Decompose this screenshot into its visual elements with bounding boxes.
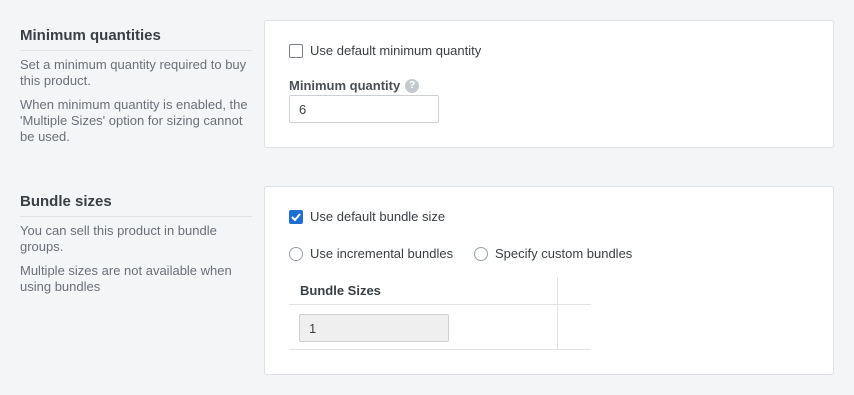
bundle-sizes-desc-1: You can sell this product in bundle grou… bbox=[20, 223, 217, 254]
min-quantity-value: 6 bbox=[299, 101, 307, 117]
min-quantity-label-text: Minimum quantity bbox=[289, 78, 401, 93]
custom-bundles-radio[interactable] bbox=[474, 246, 488, 261]
bundle-sizes-table-header: Bundle Sizes bbox=[289, 277, 591, 305]
incremental-bundles-radio[interactable] bbox=[289, 246, 303, 261]
incremental-bundles-label[interactable]: Use incremental bundles bbox=[310, 246, 453, 261]
min-quantities-desc-1: Set a minimum quantity required to buy t… bbox=[20, 57, 247, 88]
use-default-min-quantity-checkbox[interactable] bbox=[289, 43, 303, 58]
checkmark-icon bbox=[291, 212, 301, 221]
use-default-bundle-size-checkbox[interactable] bbox=[289, 209, 303, 224]
table-column-divider bbox=[557, 277, 558, 304]
min-quantities-title: Minimum quantities bbox=[20, 26, 252, 51]
bundle-sizes-desc-2: Multiple sizes are not available when us… bbox=[20, 263, 232, 294]
bundle-size-value: 1 bbox=[309, 320, 317, 336]
use-default-min-quantity-option[interactable]: Use default minimum quantity bbox=[289, 43, 481, 58]
table-row: 1 bbox=[289, 305, 591, 350]
use-default-min-quantity-label[interactable]: Use default minimum quantity bbox=[310, 43, 481, 58]
custom-bundles-label[interactable]: Specify custom bundles bbox=[495, 246, 632, 261]
min-quantities-desc-2: When minimum quantity is enabled, the 'M… bbox=[20, 97, 248, 144]
bundle-sizes-card: Use default bundle size Use incremental … bbox=[264, 186, 834, 375]
incremental-bundles-option[interactable]: Use incremental bundles bbox=[289, 246, 453, 261]
table-column-divider bbox=[557, 305, 558, 349]
bundle-size-input[interactable]: 1 bbox=[299, 314, 449, 342]
question-mark-icon[interactable]: ? bbox=[405, 78, 420, 93]
bundle-sizes-header-text: Bundle Sizes bbox=[300, 283, 381, 298]
min-quantity-field-label: Minimum quantity ? bbox=[289, 78, 420, 93]
min-quantities-description: Minimum quantities Set a minimum quantit… bbox=[20, 26, 252, 153]
min-quantity-input[interactable]: 6 bbox=[289, 95, 439, 123]
product-settings-page: Minimum quantities Set a minimum quantit… bbox=[0, 0, 854, 395]
min-quantities-card: Use default minimum quantity Minimum qua… bbox=[264, 20, 834, 148]
use-default-bundle-size-option[interactable]: Use default bundle size bbox=[289, 209, 445, 224]
bundle-sizes-table: Bundle Sizes 1 bbox=[289, 277, 591, 350]
use-default-bundle-size-label[interactable]: Use default bundle size bbox=[310, 209, 445, 224]
bundle-sizes-title: Bundle sizes bbox=[20, 192, 252, 217]
custom-bundles-option[interactable]: Specify custom bundles bbox=[474, 246, 632, 261]
bundle-sizes-description: Bundle sizes You can sell this product i… bbox=[20, 192, 252, 303]
